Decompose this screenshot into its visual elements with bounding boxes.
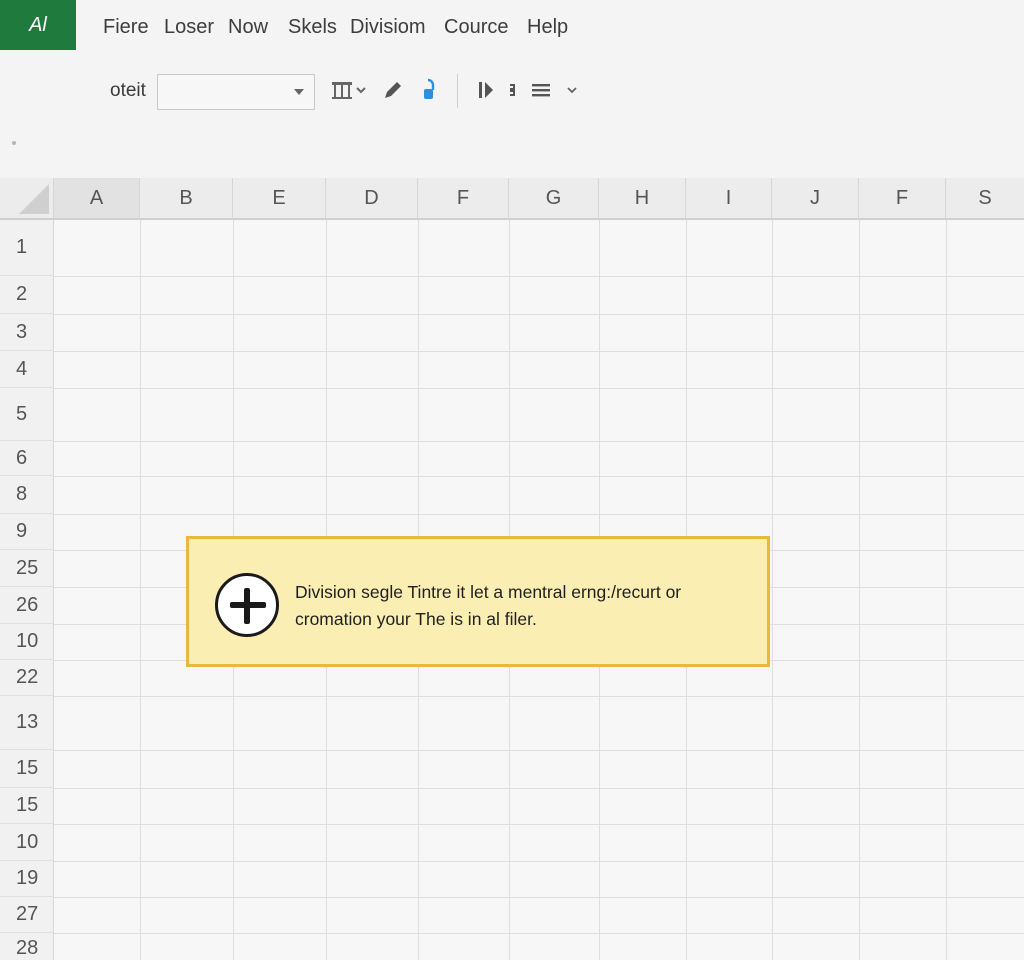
row-header[interactable]: 5 [0,388,54,441]
app-logo[interactable]: Al [0,0,76,50]
row-header[interactable]: 6 [0,441,54,476]
row-header[interactable]: 10 [0,624,54,660]
paint-bucket-icon[interactable] [418,76,442,104]
column-header-b[interactable]: B [140,178,233,220]
menu-item-fiere[interactable]: Fiere [103,16,149,39]
row-header[interactable]: 28 [0,933,54,960]
row-header[interactable]: 15 [0,750,54,788]
status-dot [12,141,16,145]
row-header[interactable]: 15 [0,788,54,824]
toolbar: oteit [0,60,1024,122]
column-header-h[interactable]: H [599,178,686,220]
menu-item-skels[interactable]: Skels [288,16,337,39]
toolbar-divider [457,74,458,108]
row-header[interactable]: 25 [0,550,54,587]
column-header-g[interactable]: G [509,178,599,220]
align-lines-icon[interactable] [530,76,580,104]
pencil-icon[interactable] [380,76,406,104]
column-header-f2[interactable]: F [859,178,946,220]
menu-item-cource[interactable]: Cource [444,16,508,39]
row-header[interactable]: 10 [0,824,54,861]
row-header[interactable]: 4 [0,351,54,388]
menu-item-now[interactable]: Now [228,16,268,39]
notification-banner: Division segle Tintre it let a mentral e… [186,536,770,667]
select-all-corner[interactable] [0,178,54,220]
column-header-e[interactable]: E [233,178,326,220]
row-header[interactable]: 2 [0,276,54,314]
column-header-f[interactable]: F [418,178,509,220]
menu-bar: Al Fiere Loser Now Skels Divisiom Cource… [0,0,1024,58]
row-header[interactable]: 26 [0,587,54,624]
toolbar-label: oteit [110,80,146,101]
row-header[interactable]: 27 [0,897,54,933]
row-header[interactable]: 9 [0,514,54,550]
column-marker-icon[interactable] [475,76,499,104]
split-icon[interactable] [505,76,521,104]
table-format-icon[interactable] [330,76,370,104]
banner-message: Division segle Tintre it let a mentral e… [295,579,755,633]
column-header-i[interactable]: I [686,178,772,220]
style-select[interactable] [157,74,315,110]
menu-item-loser[interactable]: Loser [164,16,214,39]
chevron-down-icon [294,89,304,95]
column-header-a[interactable]: A [54,178,140,220]
banner-line-2: cromation your The is in al filer. [295,609,537,629]
row-header[interactable]: 13 [0,696,54,750]
column-header-s[interactable]: S [946,178,1024,220]
row-header[interactable]: 19 [0,861,54,897]
row-header[interactable]: 3 [0,314,54,351]
row-header[interactable]: 22 [0,660,54,696]
column-header-d[interactable]: D [326,178,418,220]
column-header-j[interactable]: J [772,178,859,220]
row-header[interactable]: 8 [0,476,54,514]
add-circle-icon[interactable] [215,573,279,637]
banner-line-1: Division segle Tintre it let a mentral e… [295,582,682,602]
menu-item-divisiom[interactable]: Divisiom [350,16,426,39]
row-header[interactable]: 1 [0,220,54,276]
menu-item-help[interactable]: Help [527,16,568,39]
